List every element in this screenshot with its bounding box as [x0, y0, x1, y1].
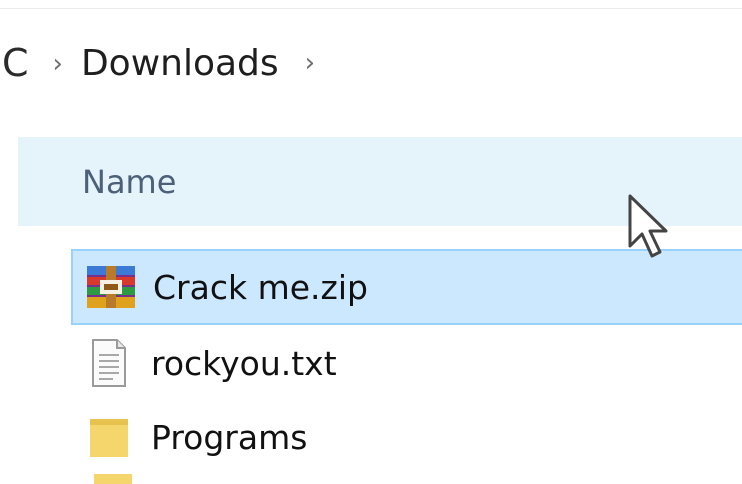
breadcrumb: C › Downloads › — [0, 30, 315, 96]
winrar-archive-icon — [79, 261, 143, 313]
breadcrumb-item-downloads[interactable]: Downloads — [81, 43, 279, 84]
folder-icon — [94, 474, 132, 484]
chevron-right-icon[interactable]: › — [305, 48, 315, 78]
file-row-rockyou-txt[interactable]: rockyou.txt — [71, 325, 742, 401]
file-name: Programs — [151, 417, 308, 457]
chevron-right-icon[interactable]: › — [53, 49, 63, 79]
file-name: Crack me.zip — [153, 267, 368, 307]
file-name: rockyou.txt — [151, 343, 337, 383]
mouse-cursor-icon — [626, 192, 674, 264]
folder-icon — [77, 411, 141, 463]
column-header-name[interactable]: Name — [82, 163, 176, 201]
top-divider — [0, 8, 742, 9]
text-file-icon — [77, 337, 141, 389]
breadcrumb-root[interactable]: C — [2, 41, 29, 85]
file-row-programs[interactable]: Programs — [71, 399, 742, 475]
